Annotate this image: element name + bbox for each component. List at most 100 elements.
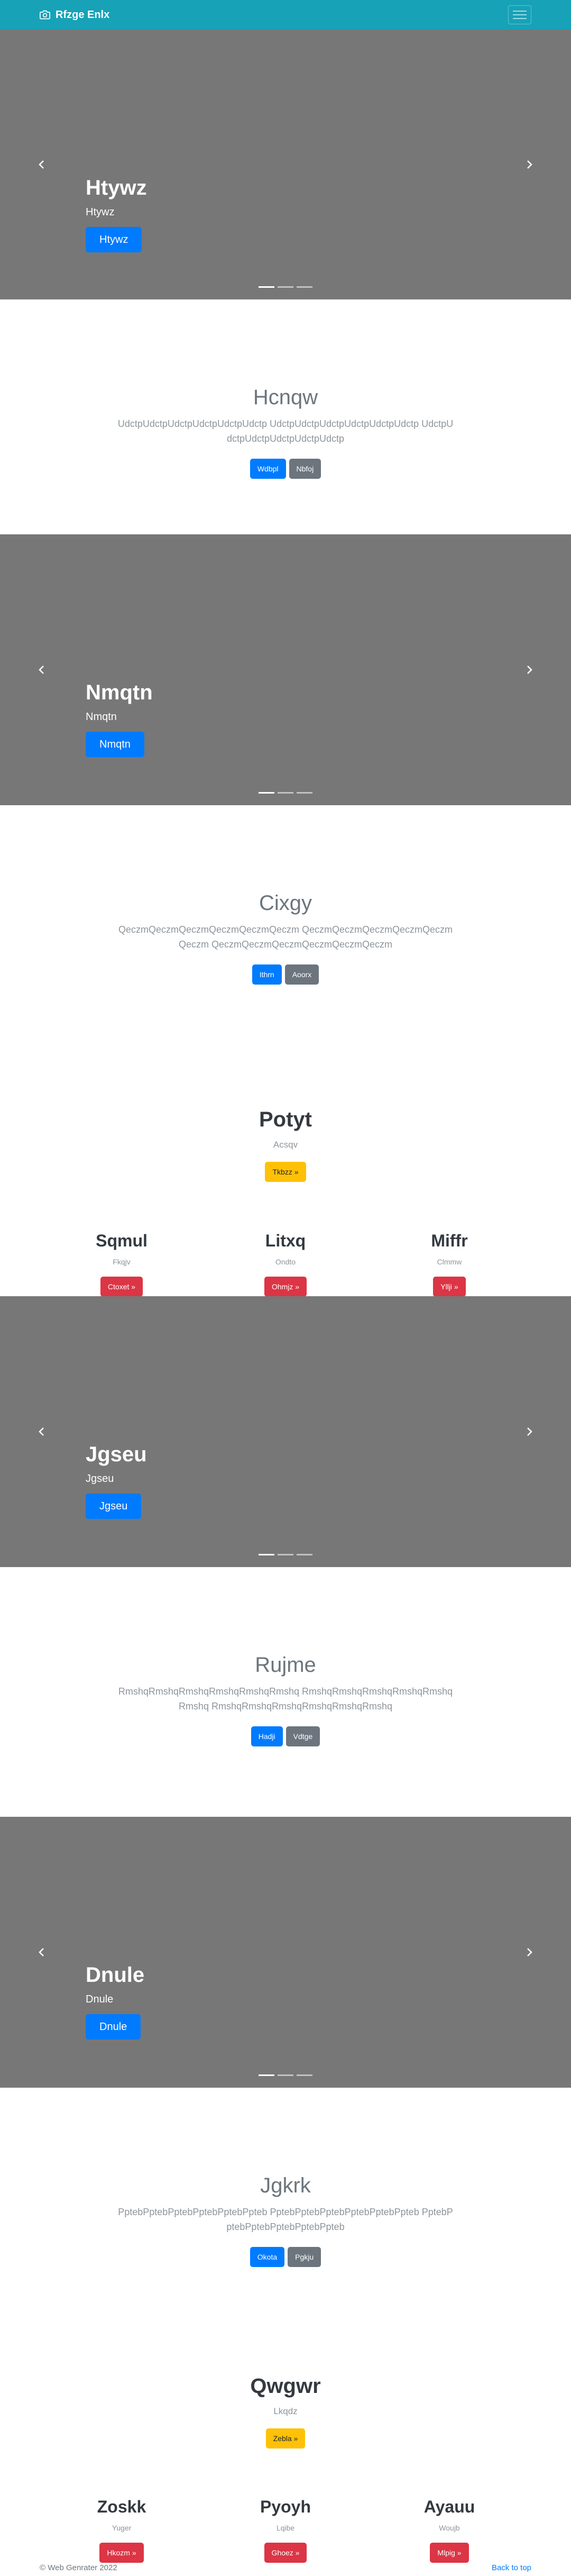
carousel-prev-button[interactable] xyxy=(34,157,50,172)
carousel-indicator[interactable] xyxy=(278,1554,293,1555)
back-to-top-link[interactable]: Back to top xyxy=(492,2563,531,2572)
feature-column: Ayauu Woujb Mlpig » xyxy=(367,2496,531,2563)
carousel-subtitle: Nmqtn xyxy=(86,711,117,723)
jumbotron: Rujme RmshqRmshqRmshqRmshqRmshqRmshq Rms… xyxy=(0,1652,571,1746)
jumbotron-secondary-button[interactable]: Pgkju xyxy=(288,2247,321,2267)
column-button[interactable]: Hkozm » xyxy=(99,2543,144,2563)
column-title: Pyoyh xyxy=(260,2497,311,2516)
carousel-next-button[interactable] xyxy=(521,1944,537,1960)
column-title: Sqmul xyxy=(96,1231,148,1250)
carousel-indicator[interactable] xyxy=(278,2074,293,2076)
jumbotron-primary-button[interactable]: Wdbpl xyxy=(250,459,286,479)
carousel-next-button[interactable] xyxy=(521,157,537,172)
carousel-indicator[interactable] xyxy=(259,792,274,794)
column-title: Ayauu xyxy=(423,2497,475,2516)
carousel-cta-button[interactable]: Dnule xyxy=(86,2014,141,2040)
carousel-prev-button[interactable] xyxy=(34,1944,50,1960)
carousel-indicator[interactable] xyxy=(297,1554,312,1555)
jumbotron: Cixgy QeczmQeczmQeczmQeczmQeczmQeczm Qec… xyxy=(0,890,571,985)
feature-columns: Zoskk Yuger Hkozm » Pyoyh Lqibe Ghoez » … xyxy=(40,2496,531,2563)
carousel-indicator[interactable] xyxy=(297,286,312,288)
carousel: Jgseu Jgseu Jgseu xyxy=(0,1296,571,1567)
feature-button[interactable]: Tkbzz » xyxy=(265,1162,306,1182)
carousel-title: Nmqtn xyxy=(86,681,153,704)
chevron-left-icon xyxy=(39,1948,44,1956)
column-text: Woujb xyxy=(439,2524,460,2532)
feature-column: Litxq Ondto Ohmjz » xyxy=(204,1230,367,1297)
carousel-cta-button[interactable]: Nmqtn xyxy=(86,732,144,757)
brand-link[interactable]: Rfzge Enlx xyxy=(40,0,109,30)
feature-column: Miffr Clmmw Yllji » xyxy=(367,1230,531,1297)
jumbotron-secondary-button[interactable]: Vdtge xyxy=(286,1726,320,1746)
feature-title: Qwgwr xyxy=(250,2374,321,2398)
jumbotron-title: Rujme xyxy=(255,1653,316,1677)
feature-column: Zoskk Yuger Hkozm » xyxy=(40,2496,204,2563)
jumbotron-title: Cixgy xyxy=(259,891,312,915)
column-title: Zoskk xyxy=(97,2497,146,2516)
carousel-subtitle: Dnule xyxy=(86,1994,114,2005)
feature-subtitle: Acsqv xyxy=(273,1140,298,1150)
jumbotron-primary-button[interactable]: Okota xyxy=(250,2247,285,2267)
jumbotron-secondary-button[interactable]: Nbfoj xyxy=(289,459,321,479)
feature-column: Sqmul Fkqjv Ctoxet » xyxy=(40,1230,204,1297)
column-button[interactable]: Ctoxet » xyxy=(100,1277,143,1297)
carousel-caption: Dnule Dnule Dnule xyxy=(86,1962,144,2040)
feature-title: Potyt xyxy=(259,1108,312,1131)
carousel-prev-button[interactable] xyxy=(34,662,50,678)
jumbotron-primary-button[interactable]: Hadji xyxy=(251,1726,283,1746)
chevron-left-icon xyxy=(39,666,44,674)
chevron-right-icon xyxy=(527,1427,532,1436)
navbar-toggler-button[interactable] xyxy=(508,5,531,24)
carousel-next-button[interactable] xyxy=(521,662,537,678)
column-button[interactable]: Yllji » xyxy=(433,1277,466,1297)
jumbotron: Jgkrk PptebPptebPptebPptebPptebPpteb Ppt… xyxy=(0,2173,571,2267)
carousel-indicator[interactable] xyxy=(278,792,293,794)
chevron-left-icon xyxy=(39,160,44,169)
carousel-indicator[interactable] xyxy=(259,2074,274,2076)
column-button[interactable]: Ghoez » xyxy=(264,2543,307,2563)
feature-section: Potyt Acsqv Tkbzz » xyxy=(0,1107,571,1182)
carousel-indicator[interactable] xyxy=(278,286,293,288)
chevron-right-icon xyxy=(527,666,532,674)
carousel-title: Jgseu xyxy=(86,1443,147,1466)
carousel-subtitle: Htywz xyxy=(86,206,115,218)
camera-icon xyxy=(40,10,50,20)
carousel-indicator[interactable] xyxy=(259,286,274,288)
jumbotron-buttons: Wdbpl Nbfoj xyxy=(0,459,571,479)
jumbotron: Hcnqw UdctpUdctpUdctpUdctpUdctpUdctp Udc… xyxy=(0,385,571,479)
carousel-title: Dnule xyxy=(86,1963,145,1987)
feature-button[interactable]: Zebla » xyxy=(265,2428,306,2448)
carousel-caption: Htywz Htywz Htywz xyxy=(86,175,147,252)
carousel-cta-button[interactable]: Htywz xyxy=(86,227,142,252)
carousel-caption: Jgseu Jgseu Jgseu xyxy=(86,1442,147,1519)
column-text: Yuger xyxy=(112,2524,132,2532)
carousel-prev-button[interactable] xyxy=(34,1424,50,1440)
column-button[interactable]: Ohmjz » xyxy=(264,1277,307,1297)
chevron-right-icon xyxy=(527,160,532,169)
carousel-indicator[interactable] xyxy=(259,1554,274,1555)
column-text: Fkqjv xyxy=(113,1258,131,1266)
hamburger-menu-icon xyxy=(513,11,527,19)
copyright-text: © Web Genrater 2022 xyxy=(40,2563,117,2572)
carousel-indicators xyxy=(259,286,312,288)
feature-section: Qwgwr Lkqdz Zebla » xyxy=(0,2373,571,2448)
carousel-next-button[interactable] xyxy=(521,1424,537,1440)
carousel-indicators xyxy=(259,2074,312,2076)
carousel-indicator[interactable] xyxy=(297,792,312,794)
carousel: Htywz Htywz Htywz xyxy=(0,30,571,299)
jumbotron-secondary-button[interactable]: Aoorx xyxy=(284,964,319,985)
carousel-indicators xyxy=(259,1554,312,1555)
carousel-title: Htywz xyxy=(86,176,147,199)
jumbotron-lead: PptebPptebPptebPptebPptebPpteb PptebPpte… xyxy=(118,2207,453,2232)
jumbotron-title: Hcnqw xyxy=(253,386,318,409)
column-title: Miffr xyxy=(431,1231,468,1250)
brand-name: Rfzge Enlx xyxy=(56,8,110,21)
carousel-subtitle: Jgseu xyxy=(86,1473,114,1485)
column-text: Lqibe xyxy=(276,2524,295,2532)
navbar: Rfzge Enlx xyxy=(0,0,571,30)
carousel-indicator[interactable] xyxy=(297,2074,312,2076)
jumbotron-primary-button[interactable]: Ithrn xyxy=(252,964,282,985)
feature-column: Pyoyh Lqibe Ghoez » xyxy=(204,2496,367,2563)
column-button[interactable]: Mlpig » xyxy=(430,2543,469,2563)
carousel-cta-button[interactable]: Jgseu xyxy=(86,1494,142,1519)
